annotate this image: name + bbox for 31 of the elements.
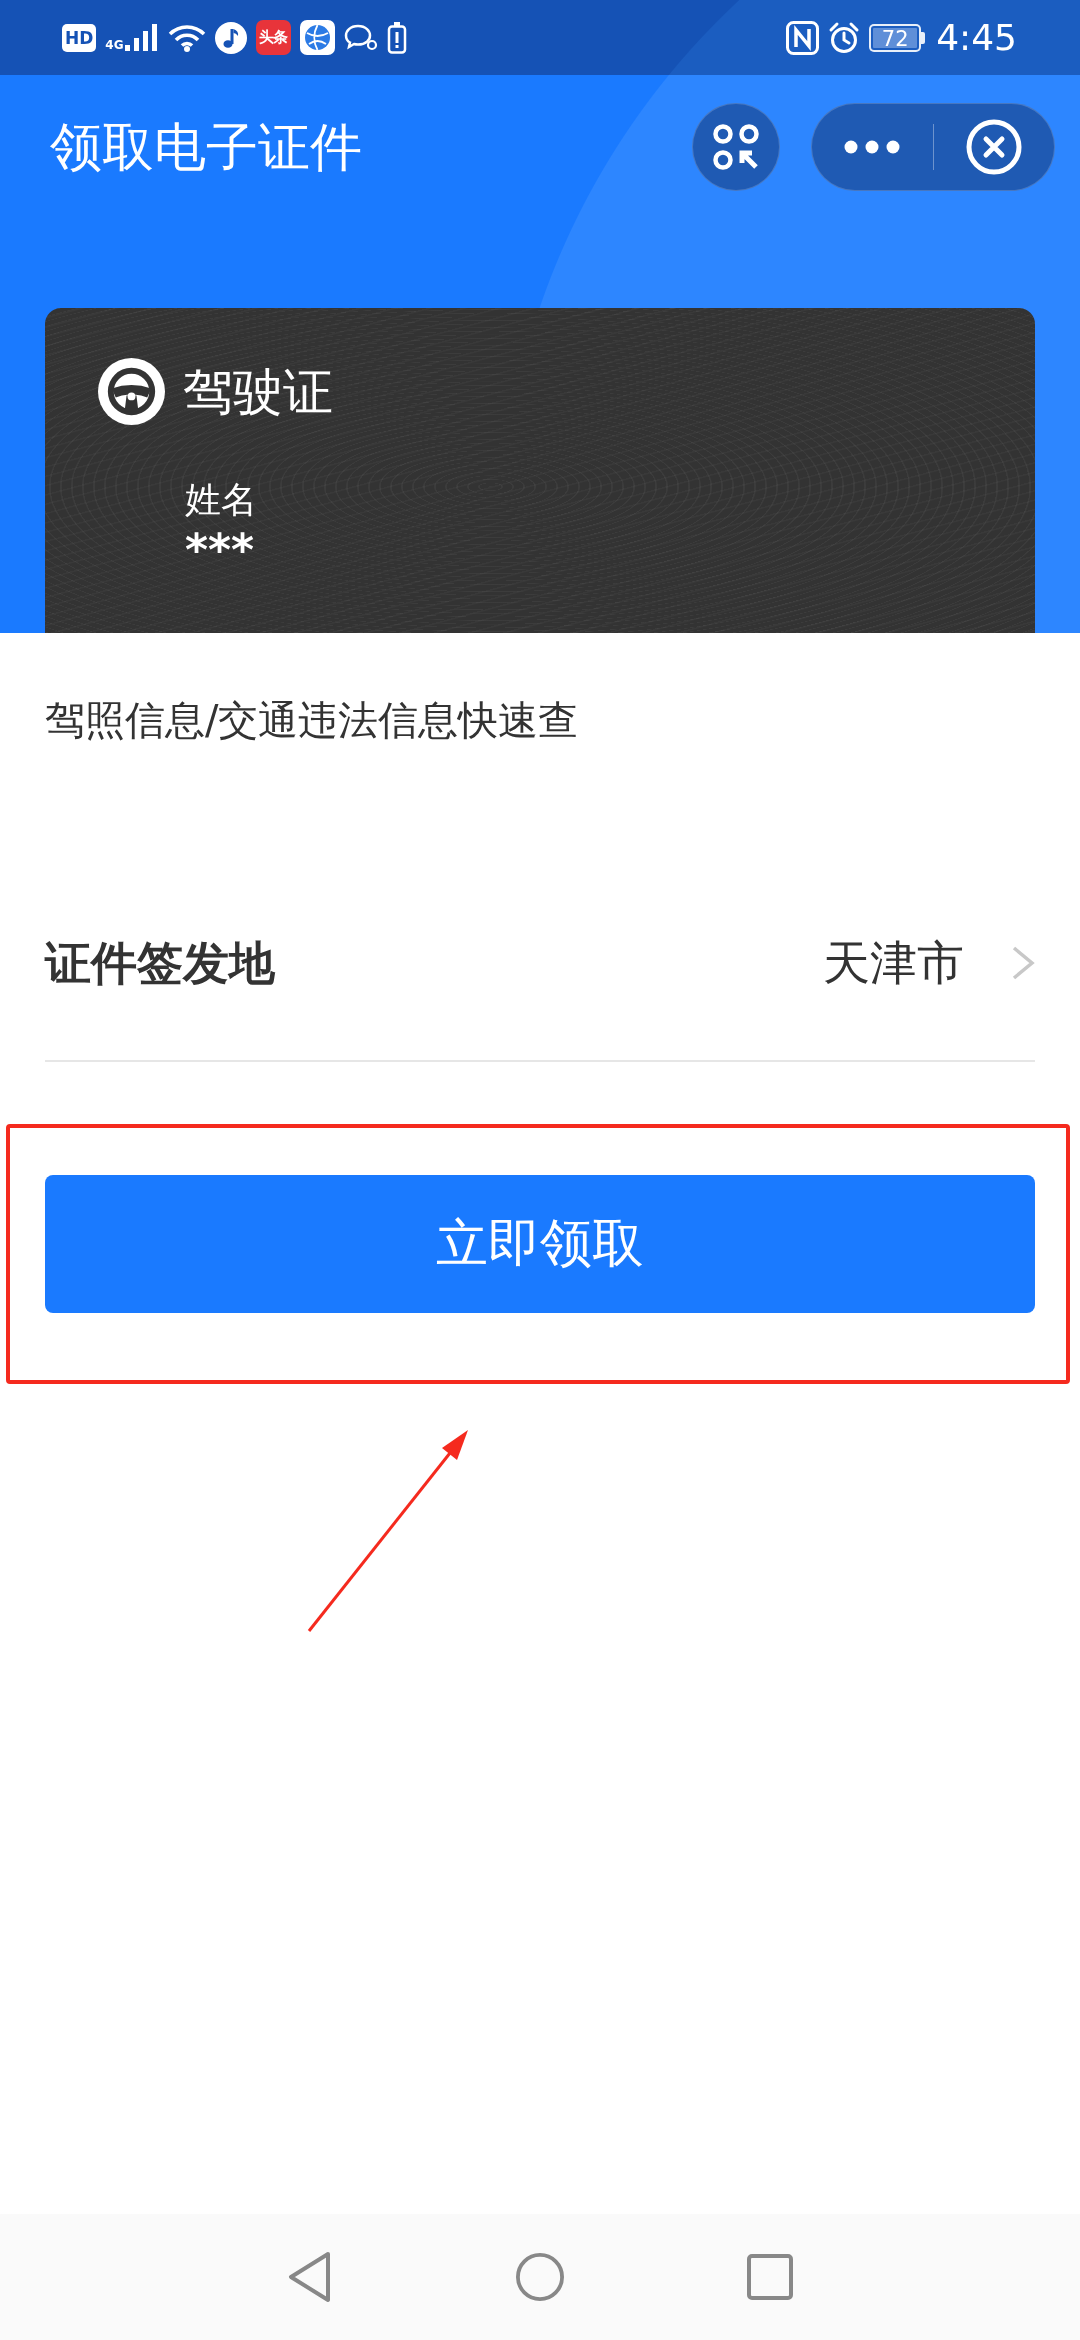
card-title: 驾驶证: [183, 361, 333, 422]
close-icon: [965, 119, 1022, 175]
app-notification-tile: 头条: [255, 20, 291, 55]
recents-icon: [747, 2254, 793, 2300]
chat-bubble-icon: [343, 22, 378, 53]
network-type: 4G: [105, 38, 124, 52]
description-text: 驾照信息/交通违法信息快速查: [45, 696, 579, 745]
alarm-clock-icon: [828, 21, 861, 54]
nfc-icon: [786, 20, 820, 55]
back-icon: [288, 2251, 332, 2303]
battery-alert-icon: [386, 21, 407, 54]
wifi-icon: [167, 23, 206, 52]
home-button[interactable]: [516, 2251, 564, 2303]
steering-wheel-icon: [98, 358, 165, 425]
claim-button[interactable]: 立即领取: [45, 1175, 1035, 1313]
issuer-value[interactable]: 天津市: [823, 933, 964, 993]
globe-icon: [299, 20, 335, 55]
more-icon: [844, 140, 901, 154]
name-value: ***: [185, 526, 255, 574]
music-note-icon: [214, 21, 247, 54]
home-icon: [516, 2252, 564, 2302]
clock-time: 4:45: [936, 17, 1017, 58]
battery-indicator: 72: [869, 23, 926, 52]
name-label: 姓名: [185, 478, 257, 522]
page-title: 领取电子证件: [50, 116, 362, 179]
hd-indicator: HD: [62, 23, 97, 52]
issuer-label: 证件签发地: [45, 935, 275, 992]
circles-arrow-icon: [713, 124, 759, 170]
signal-icon: [124, 24, 159, 51]
recents-button[interactable]: [746, 2251, 794, 2303]
chevron-right-icon: [1011, 945, 1035, 981]
